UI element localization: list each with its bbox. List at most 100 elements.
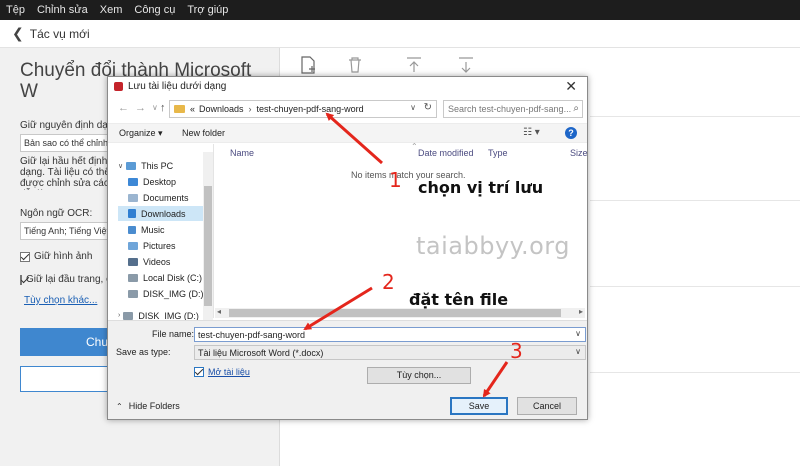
dialog-title: Lưu tài liệu dưới dạng bbox=[128, 81, 227, 92]
nav-item-videos[interactable]: Videos bbox=[118, 254, 204, 269]
ocr-language-select[interactable]: Tiếng Anh; Tiếng Việt bbox=[20, 222, 120, 240]
dropdown-arrow-icon[interactable]: ∨ bbox=[575, 329, 581, 338]
hide-folders-label[interactable]: Hide Folders bbox=[129, 401, 180, 411]
up-arrow-icon[interactable]: ↑ bbox=[160, 102, 166, 114]
watermark: taiabbyy.org bbox=[416, 232, 570, 260]
nav-item-downloads[interactable]: Downloads bbox=[118, 206, 204, 221]
scroll-right-icon[interactable]: ▸ bbox=[579, 307, 583, 316]
back-bar[interactable]: ❮ Tác vụ mới bbox=[0, 20, 800, 48]
recent-chevron-icon[interactable]: ∨ bbox=[152, 103, 158, 112]
nav-label-disk-img-d: DISK_IMG (D:) bbox=[143, 288, 204, 299]
search-box[interactable]: Search test-chuyen-pdf-sang... ⌕ bbox=[443, 100, 583, 118]
collapse-chevron-icon[interactable]: ∨ bbox=[118, 162, 123, 170]
keep-format-description: Giữ lại hầu hết định dạng. Tài liệu có t… bbox=[20, 156, 115, 190]
nav-label-desktop: Desktop bbox=[143, 176, 177, 187]
menu-view[interactable]: Xem bbox=[100, 4, 123, 16]
save-button[interactable]: Save bbox=[450, 397, 508, 415]
keep-headers-checkbox[interactable]: Giữ lại đầu trang, chân bbox=[20, 274, 110, 285]
view-options-icon[interactable]: ☷ ▾ bbox=[523, 127, 540, 138]
menu-file[interactable]: Tệp bbox=[6, 4, 25, 16]
open-document-checkbox[interactable]: Mở tài liệu bbox=[194, 367, 250, 377]
scroll-thumb[interactable] bbox=[204, 186, 212, 306]
open-document-label[interactable]: Mở tài liệu bbox=[208, 367, 250, 377]
navigation-row: ← → ∨ ↑ « Downloads › test-chuyen-pdf-sa… bbox=[108, 97, 587, 121]
more-options-link[interactable]: Tùy chọn khác... bbox=[24, 295, 97, 306]
back-arrow-icon[interactable]: ← bbox=[118, 102, 129, 114]
search-placeholder[interactable]: Search test-chuyen-pdf-sang... bbox=[448, 104, 571, 114]
videos-icon bbox=[128, 257, 138, 266]
note-set-file-name: đặt tên file bbox=[409, 290, 509, 309]
scroll-left-icon[interactable]: ◂ bbox=[217, 307, 221, 316]
options-button[interactable]: Tùy chọn... bbox=[367, 367, 471, 384]
nav-item-documents[interactable]: Documents bbox=[118, 190, 204, 205]
cancel-button[interactable]: Cancel bbox=[517, 397, 577, 415]
forward-arrow-icon[interactable]: → bbox=[135, 102, 146, 114]
pictures-icon bbox=[128, 241, 138, 250]
column-size[interactable]: Size bbox=[570, 148, 588, 158]
nav-item-music[interactable]: Music bbox=[118, 222, 204, 237]
organize-menu[interactable]: Organize ▾ bbox=[119, 128, 163, 139]
folder-icon bbox=[174, 105, 185, 113]
checkbox-checked-icon[interactable] bbox=[20, 274, 22, 285]
secondary-button[interactable] bbox=[20, 366, 120, 392]
keep-images-checkbox[interactable]: Giữ hình ảnh bbox=[20, 251, 92, 262]
disk-icon bbox=[128, 289, 138, 298]
new-folder-button[interactable]: New folder bbox=[182, 128, 225, 138]
move-down-icon[interactable] bbox=[456, 55, 476, 75]
breadcrumb-current-folder[interactable]: test-chuyen-pdf-sang-word bbox=[257, 104, 364, 114]
search-icon[interactable]: ⌕ bbox=[573, 103, 579, 114]
delete-icon[interactable] bbox=[345, 55, 365, 75]
nav-item-pictures[interactable]: Pictures bbox=[118, 238, 204, 253]
nav-item-this-pc[interactable]: ∨ This PC bbox=[118, 158, 204, 173]
dropdown-arrow-icon[interactable]: ∨ bbox=[410, 103, 416, 112]
breadcrumb-separator-icon: › bbox=[248, 104, 252, 114]
keep-images-label: Giữ hình ảnh bbox=[34, 251, 93, 262]
refresh-icon[interactable]: ↻ bbox=[424, 102, 432, 113]
checkbox-checked-icon[interactable] bbox=[194, 367, 204, 377]
save-as-type-select[interactable]: Tài liệu Microsoft Word (*.docx) ∨ bbox=[194, 345, 586, 360]
menu-tools[interactable]: Công cụ bbox=[134, 4, 175, 16]
expand-chevron-icon[interactable]: › bbox=[118, 312, 120, 319]
nav-item-desktop[interactable]: Desktop bbox=[118, 174, 204, 189]
nav-scrollbar[interactable] bbox=[203, 152, 213, 320]
nav-label-music: Music bbox=[141, 224, 165, 235]
scroll-thumb[interactable] bbox=[229, 309, 561, 317]
nav-label-documents: Documents bbox=[143, 192, 189, 203]
hide-folders-toggle[interactable]: ⌃ Hide Folders bbox=[116, 401, 180, 411]
breadcrumb-overflow[interactable]: « bbox=[190, 104, 195, 114]
chevron-left-icon[interactable]: ❮ bbox=[12, 25, 24, 42]
column-date-modified[interactable]: Date modified bbox=[418, 148, 474, 158]
horizontal-scrollbar[interactable]: ◂ ▸ bbox=[215, 307, 585, 318]
dropdown-arrow-icon[interactable]: ∨ bbox=[575, 347, 581, 356]
address-bar[interactable]: « Downloads › test-chuyen-pdf-sang-word … bbox=[169, 100, 437, 118]
menu-edit[interactable]: Chỉnh sửa bbox=[37, 4, 88, 16]
nav-item-local-disk-c[interactable]: Local Disk (C:) bbox=[118, 270, 204, 285]
disk-icon bbox=[123, 311, 134, 320]
caret-up-icon[interactable]: ⌃ bbox=[116, 402, 123, 411]
add-page-icon[interactable] bbox=[299, 55, 319, 75]
save-as-type-value[interactable]: Tài liệu Microsoft Word (*.docx) bbox=[198, 348, 323, 358]
file-name-value[interactable]: test-chuyen-pdf-sang-word bbox=[198, 330, 305, 340]
keep-format-select[interactable]: Bản sao có thể chỉnh sửa bbox=[20, 134, 120, 152]
breadcrumb-downloads[interactable]: Downloads bbox=[199, 104, 244, 114]
keep-headers-label: Giữ lại đầu trang, chân bbox=[26, 274, 110, 285]
back-label[interactable]: Tác vụ mới bbox=[30, 27, 90, 41]
move-up-icon[interactable] bbox=[404, 55, 424, 75]
convert-button[interactable]: Chuy bbox=[20, 328, 120, 356]
checkbox-checked-icon[interactable] bbox=[20, 251, 30, 262]
nav-item-disk-img-d[interactable]: DISK_IMG (D:) bbox=[118, 286, 204, 301]
navigation-pane: ∨ This PC Desktop Documents Downloads Mu… bbox=[108, 144, 214, 321]
nav-label-videos: Videos bbox=[143, 256, 171, 267]
column-type[interactable]: Type bbox=[488, 148, 508, 158]
step-number-1: 1 bbox=[389, 168, 402, 192]
column-name[interactable]: Name bbox=[230, 148, 254, 158]
dialog-toolbar: Organize ▾ New folder ☷ ▾ ? bbox=[108, 123, 587, 143]
save-as-type-label: Save as type: bbox=[116, 347, 171, 357]
dialog-titlebar[interactable]: Lưu tài liệu dưới dạng ✕ bbox=[108, 77, 587, 96]
music-icon bbox=[128, 225, 136, 234]
disk-icon bbox=[128, 273, 138, 282]
close-icon[interactable]: ✕ bbox=[565, 78, 577, 95]
help-icon[interactable]: ? bbox=[565, 127, 577, 139]
file-name-input[interactable]: test-chuyen-pdf-sang-word ∨ bbox=[194, 327, 586, 342]
menu-help[interactable]: Trợ giúp bbox=[187, 4, 228, 16]
